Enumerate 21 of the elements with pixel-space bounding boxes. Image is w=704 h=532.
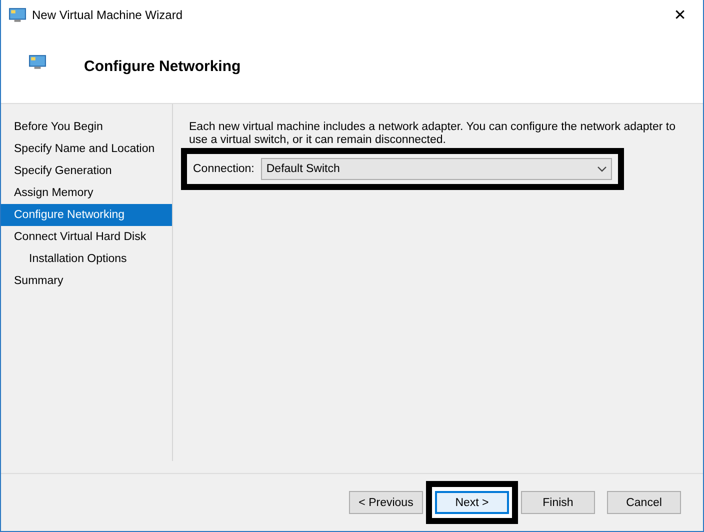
connection-dropdown[interactable]: Default Switch [261,158,612,180]
wizard-step[interactable]: Specify Name and Location [1,138,172,160]
monitor-icon [29,55,46,70]
wizard-button[interactable]: Cancel [607,491,681,514]
monitor-icon [9,8,26,22]
wizard-button[interactable]: Finish [521,491,595,514]
connection-label: Connection: [193,163,254,175]
page-heading: Configure Networking [84,58,241,75]
wizard-step[interactable]: Specify Generation [1,160,172,182]
window-title: New Virtual Machine Wizard [32,8,184,22]
wizard-button[interactable]: Next > [435,491,509,514]
wizard-step[interactable]: Assign Memory [1,182,172,204]
description-text: Each new virtual machine includes a network adapter. You can configure the network adapter to use a virtual switch, or it can remain disconnected. [189,121,676,147]
wizard-step[interactable]: Installation Options [1,248,172,270]
wizard-button[interactable]: < Previous [349,491,423,514]
wizard-step[interactable]: Before You Begin [1,116,172,138]
wizard-step[interactable]: Connect Virtual Hard Disk [1,226,172,248]
close-button[interactable]: ✕ [657,0,703,30]
chevron-icon [597,166,607,172]
wizard-step[interactable]: Configure Networking [1,204,172,226]
wizard-step[interactable]: Summary [1,270,172,292]
